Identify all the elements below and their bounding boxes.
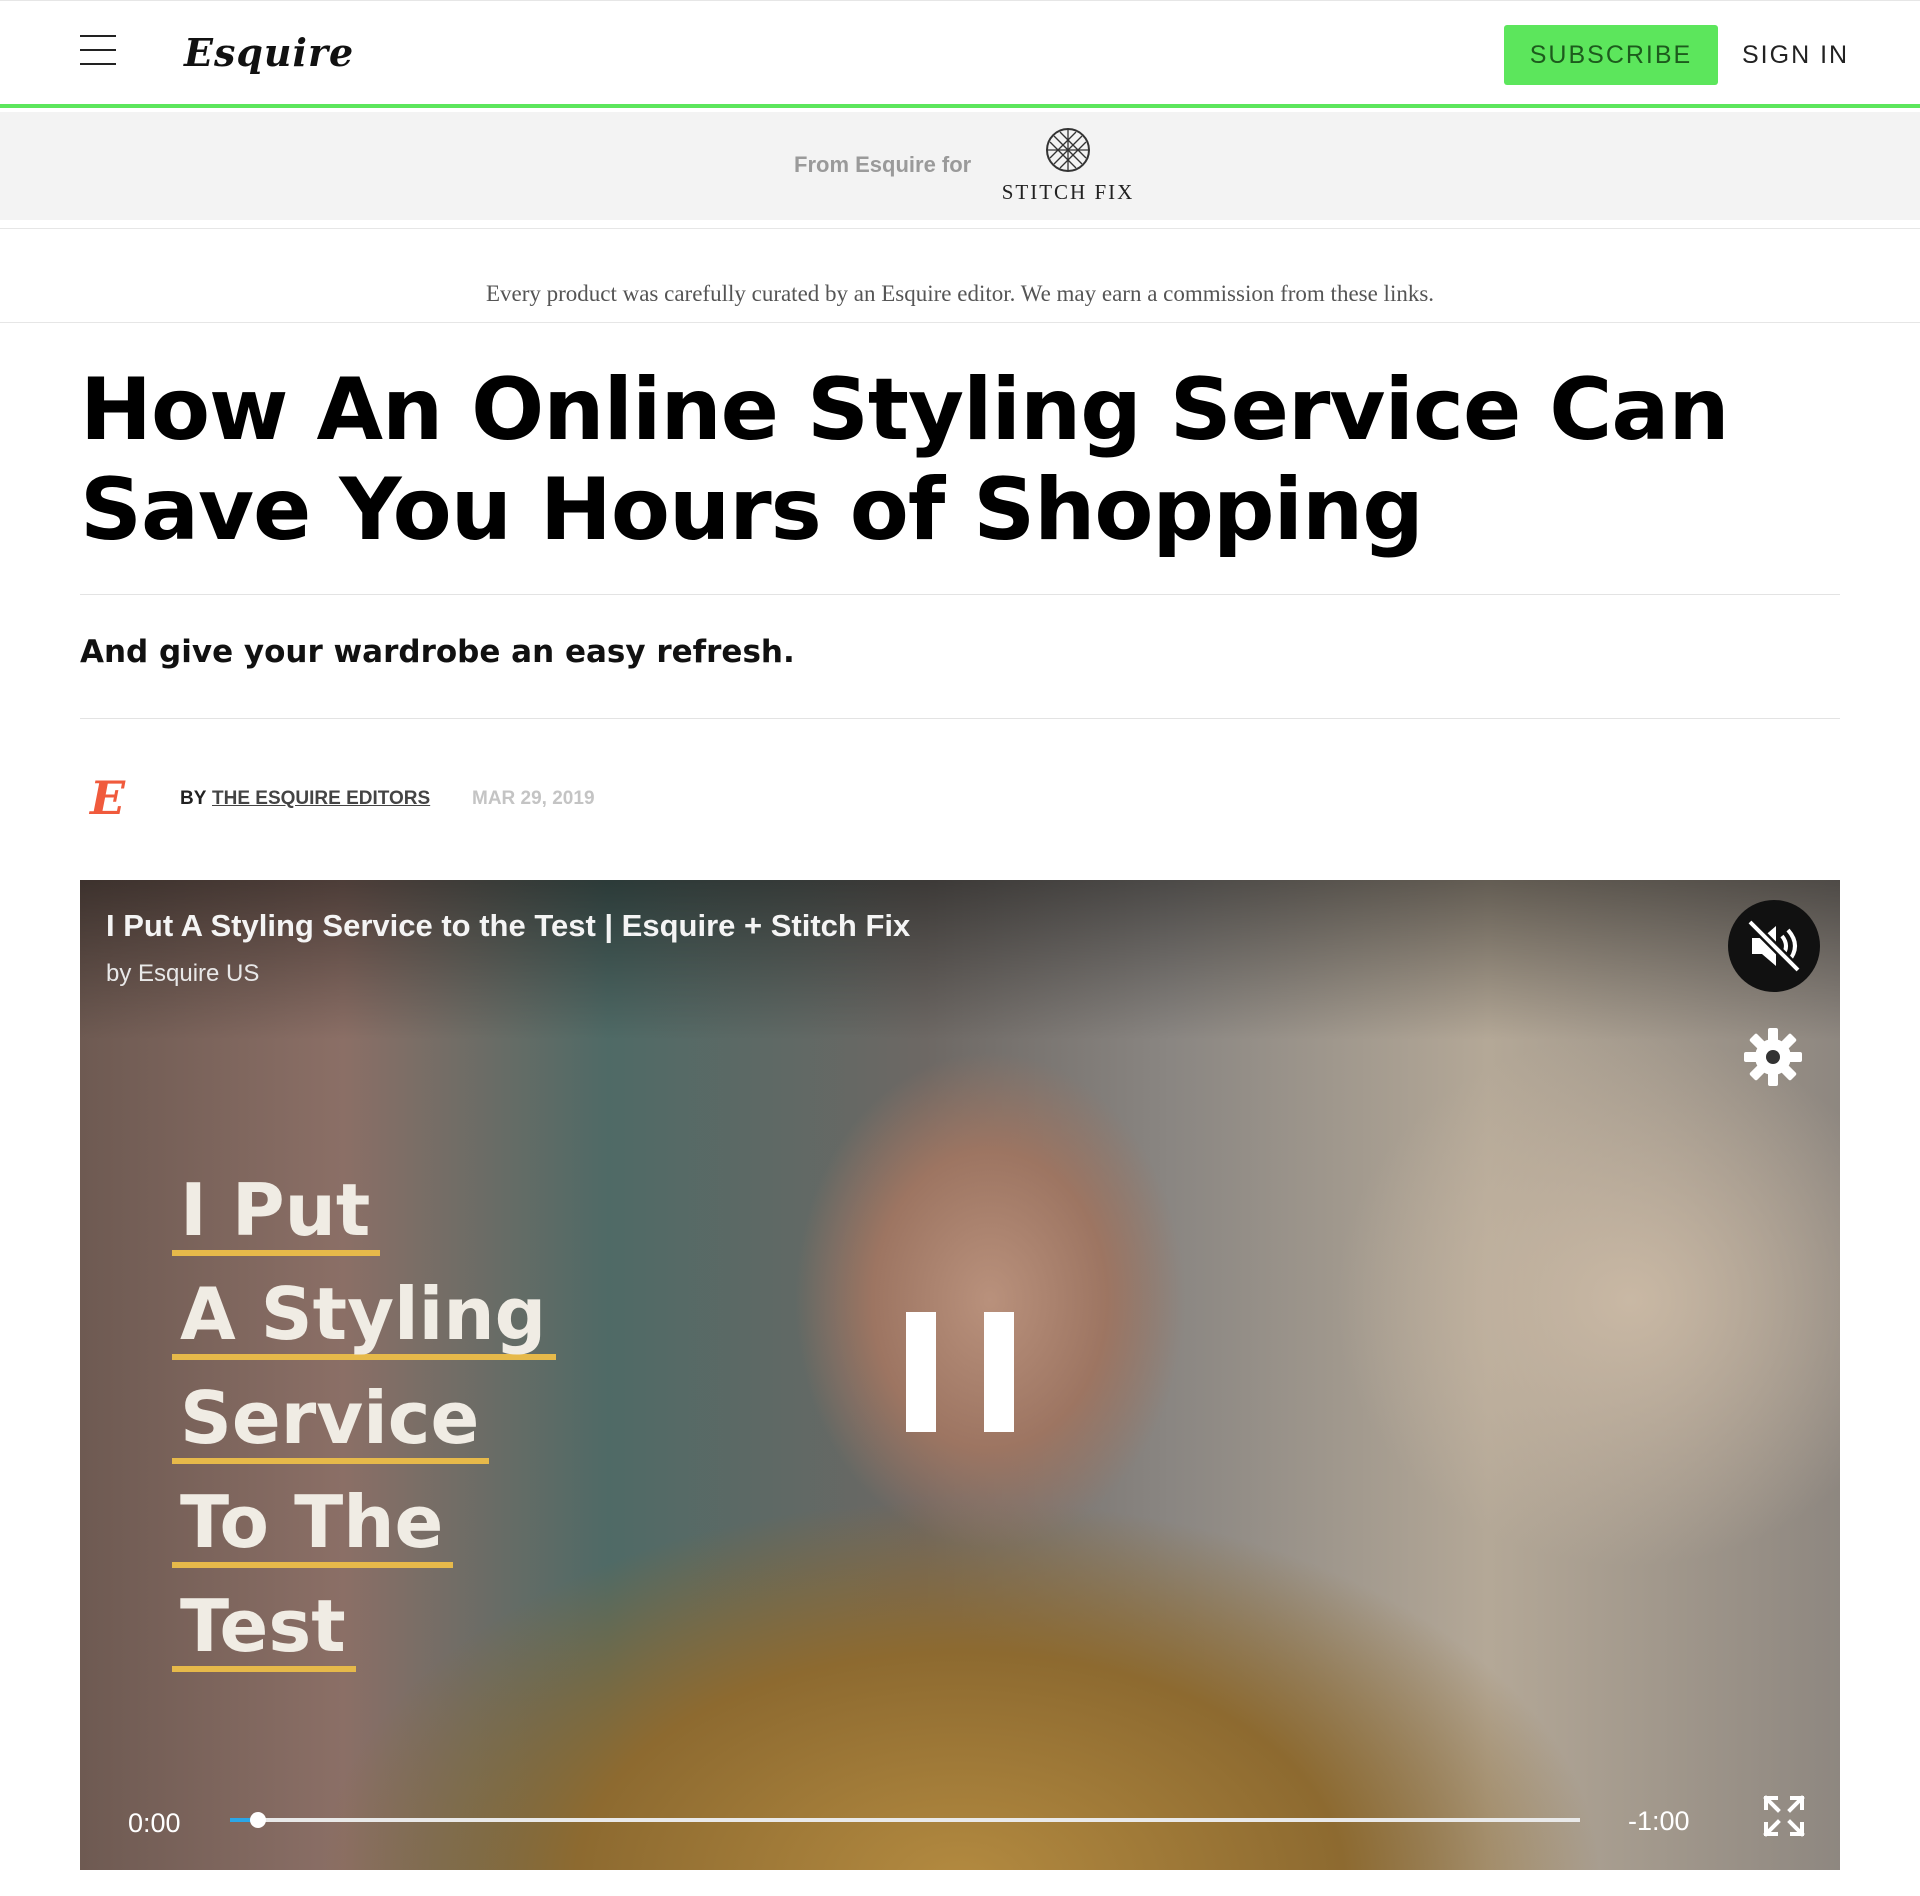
settings-button[interactable]: [1740, 1024, 1806, 1090]
gear-icon: [1744, 1028, 1802, 1086]
subscribe-button[interactable]: SUBSCRIBE: [1504, 25, 1718, 85]
overlay-line: I Put: [172, 1170, 381, 1256]
esquire-logo[interactable]: Esquire: [184, 23, 354, 83]
fullscreen-icon: [1763, 1795, 1805, 1837]
mute-toggle-button[interactable]: [1728, 900, 1820, 992]
video-top-gradient: [80, 880, 1840, 1040]
overlay-line: To The: [172, 1482, 454, 1568]
muted-speaker-icon: [1746, 918, 1802, 974]
affiliate-disclaimer: Every product was carefully curated by a…: [485, 281, 1435, 306]
sponsor-logo[interactable]: STITCH FIX: [998, 126, 1138, 212]
stitch-fix-emblem-icon: [1046, 128, 1090, 172]
overlay-line: Test: [172, 1586, 356, 1672]
divider: [80, 594, 1840, 595]
current-time: 0:00: [128, 1808, 181, 1838]
author-avatar[interactable]: E: [90, 775, 146, 821]
pause-icon: [906, 1312, 936, 1432]
video-player[interactable]: I Put A Styling Service to the Test | Es…: [80, 880, 1840, 1870]
divider: [80, 718, 1840, 719]
video-channel: by Esquire US: [106, 960, 260, 987]
video-title: I Put A Styling Service to the Test | Es…: [106, 908, 911, 943]
pause-button[interactable]: [906, 1312, 1014, 1432]
publish-date: MAR 29, 2019: [472, 788, 595, 809]
author-link[interactable]: THE ESQUIRE EDITORS: [212, 788, 430, 810]
video-overlay-title: I Put A Styling Service To The Test: [172, 1170, 557, 1690]
article-dek: And give your wardrobe an easy refresh.: [80, 634, 795, 670]
sponsor-name: STITCH FIX: [1001, 180, 1135, 204]
fullscreen-button[interactable]: [1760, 1792, 1808, 1840]
article-headline: How An Online Styling Service Can Save Y…: [80, 360, 1730, 560]
sponsor-prefix: From Esquire for: [794, 152, 972, 177]
sign-in-link[interactable]: SIGN IN: [1742, 25, 1849, 85]
remaining-time: -1:00: [1628, 1806, 1690, 1836]
divider: [0, 228, 1920, 229]
progress-fill: [230, 1818, 252, 1822]
overlay-line: Service: [172, 1378, 490, 1464]
menu-icon[interactable]: [80, 35, 116, 67]
divider: [0, 322, 1920, 323]
site-header: Esquire SUBSCRIBE SIGN IN: [0, 0, 1920, 108]
overlay-line: A Styling: [172, 1274, 557, 1360]
progress-handle[interactable]: [249, 1812, 266, 1828]
progress-bar[interactable]: [230, 1812, 1580, 1828]
byline-prefix: BY: [180, 788, 207, 809]
pause-icon: [984, 1312, 1014, 1432]
sponsor-bar: From Esquire for STITCH FIX: [0, 112, 1920, 220]
